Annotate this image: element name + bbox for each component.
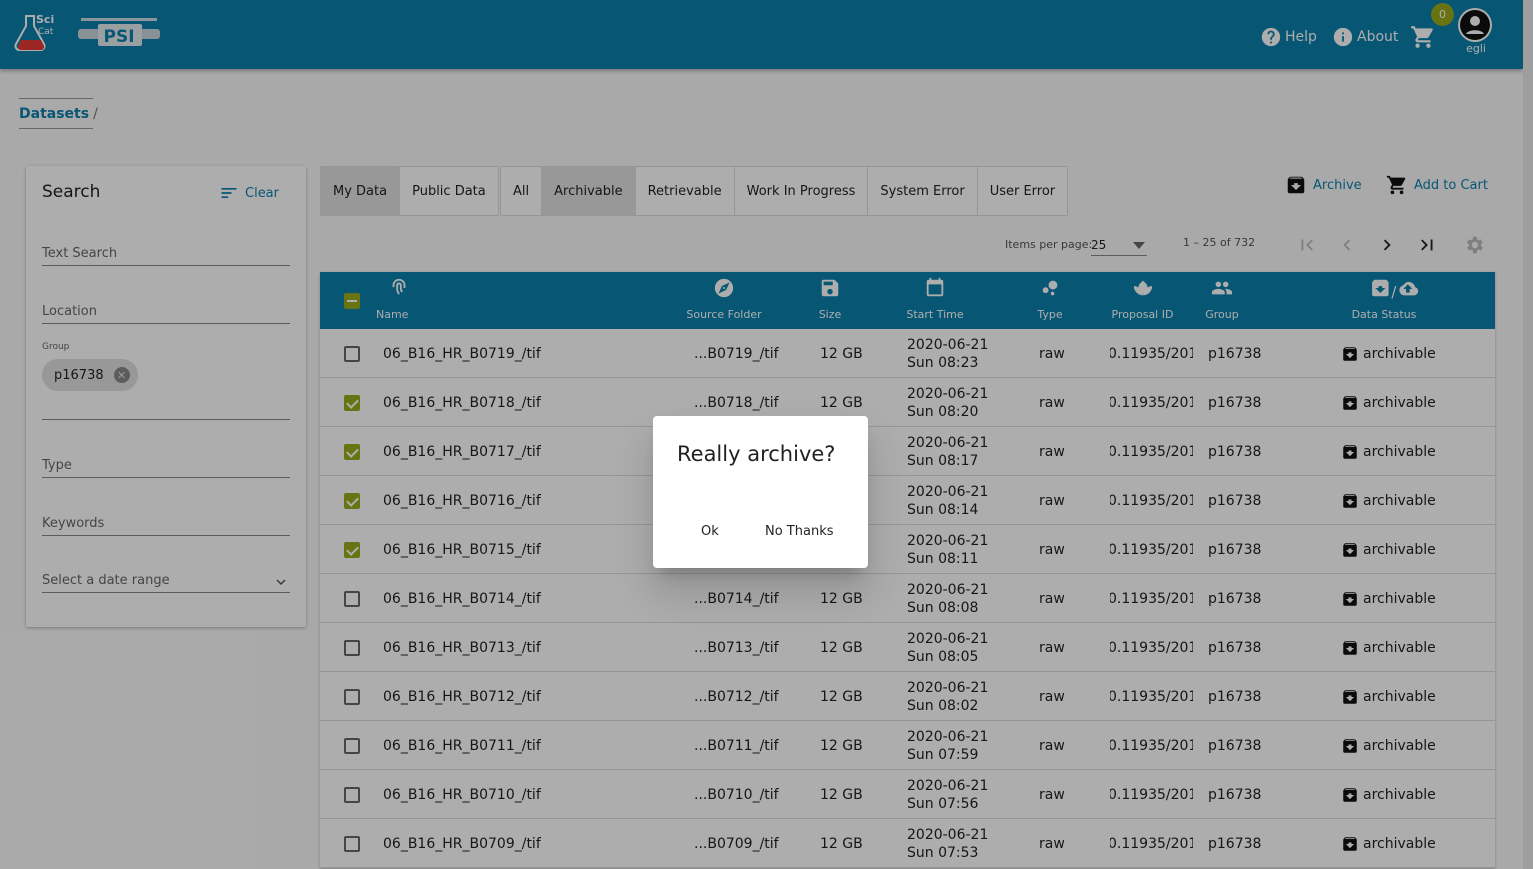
dialog-title: Really archive? bbox=[677, 442, 836, 466]
confirm-archive-dialog: Really archive? Ok No Thanks bbox=[653, 416, 868, 568]
dialog-no-thanks-button[interactable]: No Thanks bbox=[765, 524, 834, 539]
dialog-ok-button[interactable]: Ok bbox=[701, 524, 719, 539]
